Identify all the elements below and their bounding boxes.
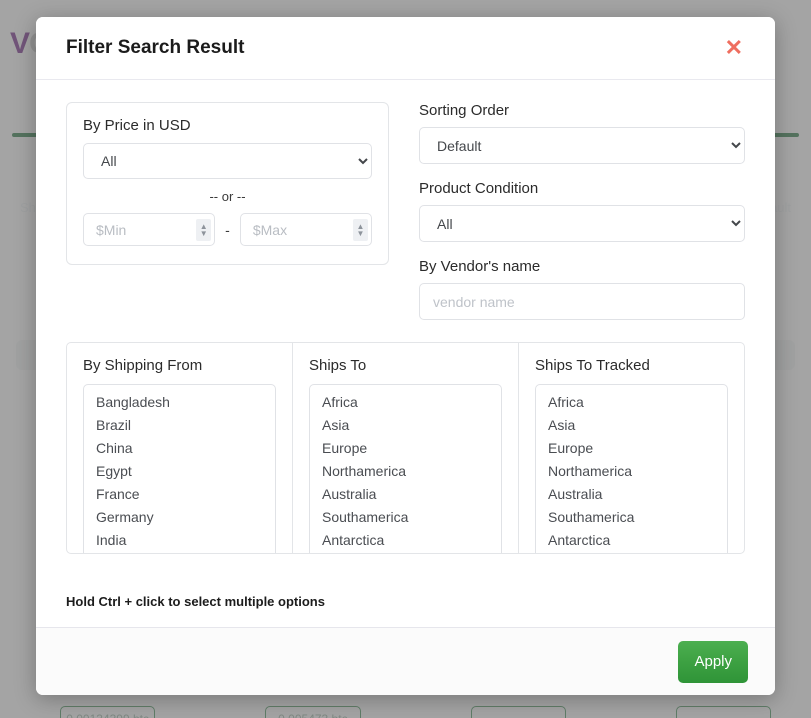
- vendor-name-label: By Vendor's name: [419, 258, 541, 275]
- list-item[interactable]: China: [84, 437, 275, 460]
- list-item[interactable]: Germany: [84, 506, 275, 529]
- list-item[interactable]: Antarctica: [536, 529, 727, 552]
- close-icon[interactable]: ✕: [721, 35, 747, 61]
- list-item[interactable]: Egypt: [84, 460, 275, 483]
- list-item[interactable]: India: [84, 529, 275, 552]
- dialog-footer: Apply: [36, 627, 775, 695]
- multi-select-hint: Hold Ctrl + click to select multiple opt…: [66, 594, 325, 609]
- list-item[interactable]: Africa: [536, 391, 727, 414]
- or-separator: -- or --: [209, 189, 246, 204]
- min-price-wrap: ▲▼: [83, 213, 216, 246]
- max-price-wrap: ▲▼: [239, 213, 373, 246]
- shipping-from-listbox[interactable]: Bangladesh Brazil China Egypt France Ger…: [83, 384, 276, 553]
- dialog-header: Filter Search Result ✕: [36, 17, 775, 80]
- dialog-title: Filter Search Result: [66, 37, 245, 58]
- ships-to-listbox[interactable]: Africa Asia Europe Northamerica Australi…: [309, 384, 502, 553]
- list-item[interactable]: Bangladesh: [84, 391, 275, 414]
- chevron-down-icon: ▼: [199, 228, 208, 238]
- list-item[interactable]: Asia: [536, 414, 727, 437]
- list-item[interactable]: Southamerica: [536, 506, 727, 529]
- chevron-down-icon: ▼: [356, 228, 365, 238]
- list-item[interactable]: Southamerica: [310, 506, 501, 529]
- price-filter-box: By Price in USD All -- or -- ▲▼ -: [66, 102, 389, 265]
- vendor-name-input[interactable]: [419, 283, 745, 320]
- list-item[interactable]: Indonesia: [84, 552, 275, 553]
- ships-to-tracked-label: Ships To Tracked: [535, 357, 650, 374]
- shipping-from-label: By Shipping From: [83, 357, 203, 374]
- price-minmax-row: ▲▼ - ▲▼: [83, 213, 373, 246]
- product-condition-group: Product Condition All: [419, 180, 745, 242]
- list-item[interactable]: Europe: [310, 437, 501, 460]
- vendor-name-group: By Vendor's name: [419, 258, 745, 320]
- min-price-stepper[interactable]: ▲ ▼: [196, 218, 212, 241]
- list-item[interactable]: Northamerica: [310, 460, 501, 483]
- list-item[interactable]: Asia: [310, 414, 501, 437]
- list-item[interactable]: France: [84, 483, 275, 506]
- list-item[interactable]: Australia: [536, 483, 727, 506]
- sorting-order-group: Sorting Order Default: [419, 102, 745, 164]
- filters-top-area: By Price in USD All -- or -- ▲▼ -: [66, 102, 745, 320]
- ships-to-tracked-column: Ships To Tracked Africa Asia Europe Nort…: [519, 343, 744, 553]
- list-item[interactable]: Northamerica: [536, 460, 727, 483]
- max-price-stepper[interactable]: ▲ ▼: [353, 218, 369, 241]
- list-item[interactable]: Europe: [536, 437, 727, 460]
- price-filter-column: By Price in USD All -- or -- ▲▼ -: [66, 102, 389, 320]
- range-dash: -: [225, 221, 230, 238]
- location-filters-row: By Shipping From Bangladesh Brazil China…: [66, 342, 745, 554]
- dialog-body: By Price in USD All -- or -- ▲▼ -: [36, 80, 775, 627]
- price-label: By Price in USD: [83, 117, 191, 134]
- apply-button[interactable]: Apply: [678, 640, 748, 683]
- sorting-order-select[interactable]: Default: [419, 127, 745, 164]
- page-root: VORTEX ⌂Home ▤Orders ◈Wallet ⌨Messages ⧉…: [0, 0, 811, 718]
- list-item[interactable]: Brazil: [84, 414, 275, 437]
- sorting-filter-column: Sorting Order Default Product Condition …: [419, 102, 745, 320]
- list-item[interactable]: Africa: [310, 391, 501, 414]
- filter-search-result-dialog: Filter Search Result ✕ By Price in USD A…: [36, 17, 775, 695]
- list-item[interactable]: Australia: [310, 483, 501, 506]
- shipping-from-column: By Shipping From Bangladesh Brazil China…: [67, 343, 293, 553]
- ships-to-label: Ships To: [309, 357, 367, 374]
- list-item[interactable]: Antarctica: [310, 529, 501, 552]
- price-range-select[interactable]: All: [83, 143, 372, 179]
- ships-to-column: Ships To Africa Asia Europe Northamerica…: [293, 343, 519, 553]
- product-condition-select[interactable]: All: [419, 205, 745, 242]
- sorting-order-label: Sorting Order: [419, 102, 510, 119]
- ships-to-tracked-listbox[interactable]: Africa Asia Europe Northamerica Australi…: [535, 384, 728, 553]
- product-condition-label: Product Condition: [419, 180, 539, 197]
